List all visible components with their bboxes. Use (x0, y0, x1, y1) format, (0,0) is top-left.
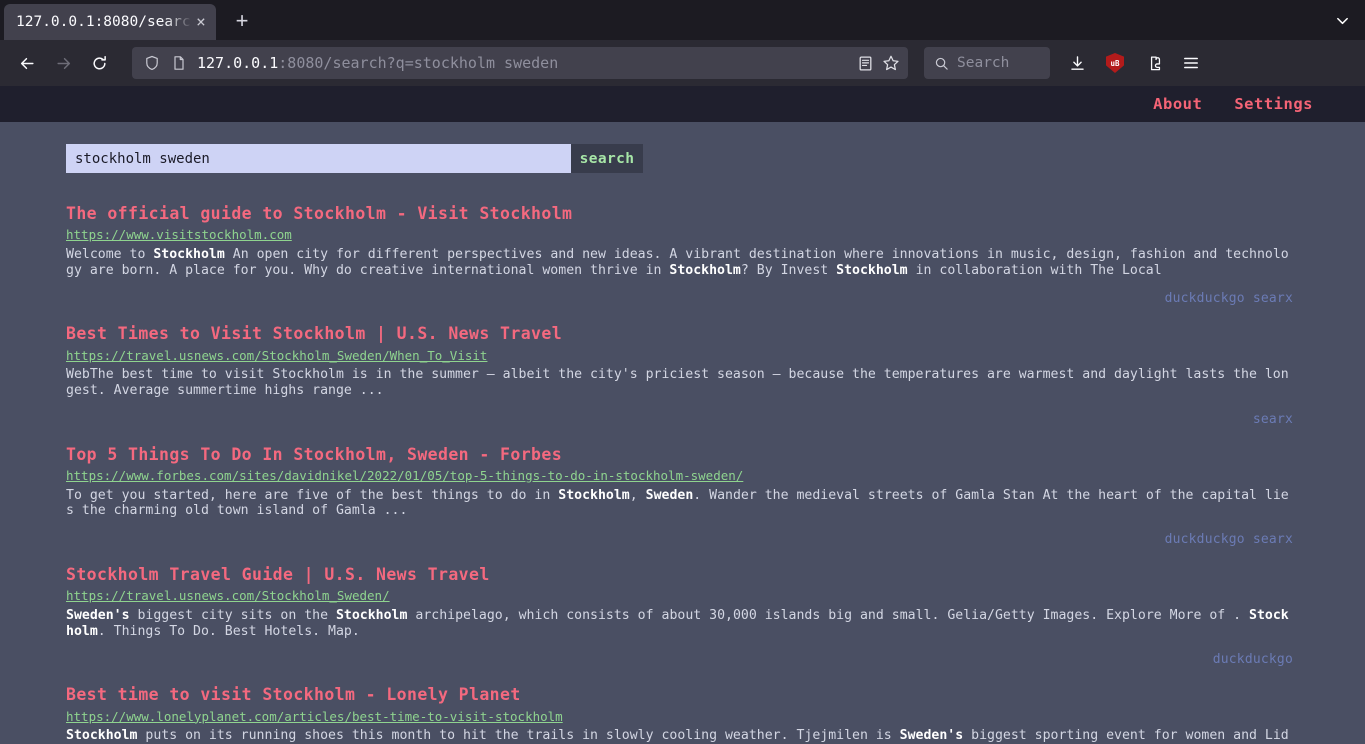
url-path: :8080/search?q=stockholm sweden (278, 54, 559, 72)
search-input[interactable] (66, 144, 571, 173)
search-result: Best Times to Visit Stockholm | U.S. New… (66, 323, 1293, 426)
toolbar-search-placeholder: Search (957, 55, 1010, 71)
forward-button[interactable] (46, 47, 80, 79)
result-url-link[interactable]: https://www.forbes.com/sites/davidnikel/… (66, 468, 1293, 485)
tab-title: 127.0.0.1:8080/search (16, 14, 192, 30)
extensions-button[interactable] (1136, 47, 1170, 79)
downloads-button[interactable] (1060, 47, 1094, 79)
site-header: About Settings (0, 86, 1365, 122)
result-engines: duckduckgo searx (1164, 291, 1293, 307)
shield-icon[interactable] (144, 55, 160, 71)
result-engines: duckduckgo searx (1164, 531, 1293, 547)
close-icon[interactable]: × (192, 14, 210, 30)
shield-icon: uB (1106, 53, 1124, 73)
search-results-list: The official guide to Stockholm - Visit … (0, 173, 1365, 744)
result-snippet: Sweden's biggest city sits on the Stockh… (66, 608, 1289, 639)
result-title-link[interactable]: Top 5 Things To Do In Stockholm, Sweden … (66, 444, 1293, 466)
search-submit-button[interactable]: search (571, 144, 643, 173)
result-title-link[interactable]: Best Times to Visit Stockholm | U.S. New… (66, 323, 1293, 345)
search-area: search (0, 122, 1365, 173)
app-menu-button[interactable] (1174, 47, 1208, 79)
result-title-link[interactable]: Stockholm Travel Guide | U.S. News Trave… (66, 564, 1293, 586)
url-text: 127.0.0.1:8080/search?q=stockholm sweden (187, 54, 857, 72)
magnifier-icon (935, 57, 948, 70)
reload-icon (92, 55, 106, 69)
star-icon[interactable] (882, 54, 900, 72)
result-url-link[interactable]: https://travel.usnews.com/Stockholm_Swed… (66, 348, 1293, 365)
result-engines: duckduckgo (1212, 652, 1293, 668)
extension-badge: uB (1110, 58, 1120, 68)
address-bar[interactable]: 127.0.0.1:8080/search?q=stockholm sweden (132, 47, 908, 79)
forward-arrow-icon (56, 57, 70, 69)
back-arrow-icon (20, 57, 34, 69)
chevron-down-icon (1336, 17, 1348, 24)
result-title-link[interactable]: The official guide to Stockholm - Visit … (66, 203, 1293, 225)
reader-view-icon[interactable] (857, 55, 874, 72)
ublock-extension-button[interactable]: uB (1098, 47, 1132, 79)
search-result: The official guide to Stockholm - Visit … (66, 203, 1293, 306)
result-snippet: WebThe best time to visit Stockholm is i… (66, 367, 1289, 398)
page-icon[interactable] (171, 55, 187, 71)
toolbar-right-icons: uB (1060, 47, 1208, 79)
page-content: About Settings search The official guide… (0, 86, 1365, 744)
browser-chrome: 127.0.0.1:8080/search × + 127.0.0.1:8080… (0, 0, 1365, 86)
url-host: 127.0.0.1 (197, 54, 279, 72)
result-title-link[interactable]: Best time to visit Stockholm - Lonely Pl… (66, 684, 1293, 706)
back-button[interactable] (10, 47, 44, 79)
result-engines: searx (1252, 411, 1293, 427)
search-result: Top 5 Things To Do In Stockholm, Sweden … (66, 444, 1293, 547)
extension-icon (1150, 55, 1160, 70)
result-url-link[interactable]: https://www.visitstockholm.com (66, 227, 1293, 244)
reload-button[interactable] (82, 47, 116, 79)
result-url-link[interactable]: https://travel.usnews.com/Stockholm_Swed… (66, 588, 1293, 605)
list-all-tabs-button[interactable] (1327, 6, 1357, 34)
result-snippet: Welcome to Stockholm An open city for di… (66, 247, 1289, 278)
nav-link-about[interactable]: About (1153, 95, 1202, 113)
result-url-link[interactable]: https://www.lonelyplanet.com/articles/be… (66, 709, 1293, 726)
search-result: Best time to visit Stockholm - Lonely Pl… (66, 684, 1293, 744)
toolbar-search-box[interactable]: Search (924, 47, 1050, 79)
tab-strip: 127.0.0.1:8080/search × + (0, 0, 1365, 40)
download-icon (1070, 55, 1084, 70)
hamburger-menu-icon (1184, 57, 1198, 69)
navigation-toolbar: 127.0.0.1:8080/search?q=stockholm sweden… (0, 40, 1365, 86)
result-snippet: To get you started, here are five of the… (66, 487, 1289, 519)
search-form: search (66, 144, 643, 173)
result-snippet: Stockholm puts on its running shoes this… (66, 728, 1289, 744)
search-result: Stockholm Travel Guide | U.S. News Trave… (66, 564, 1293, 667)
browser-tab[interactable]: 127.0.0.1:8080/search × (4, 4, 216, 40)
new-tab-button[interactable]: + (224, 5, 260, 39)
address-bar-icons (857, 54, 902, 72)
nav-link-settings[interactable]: Settings (1234, 95, 1313, 113)
